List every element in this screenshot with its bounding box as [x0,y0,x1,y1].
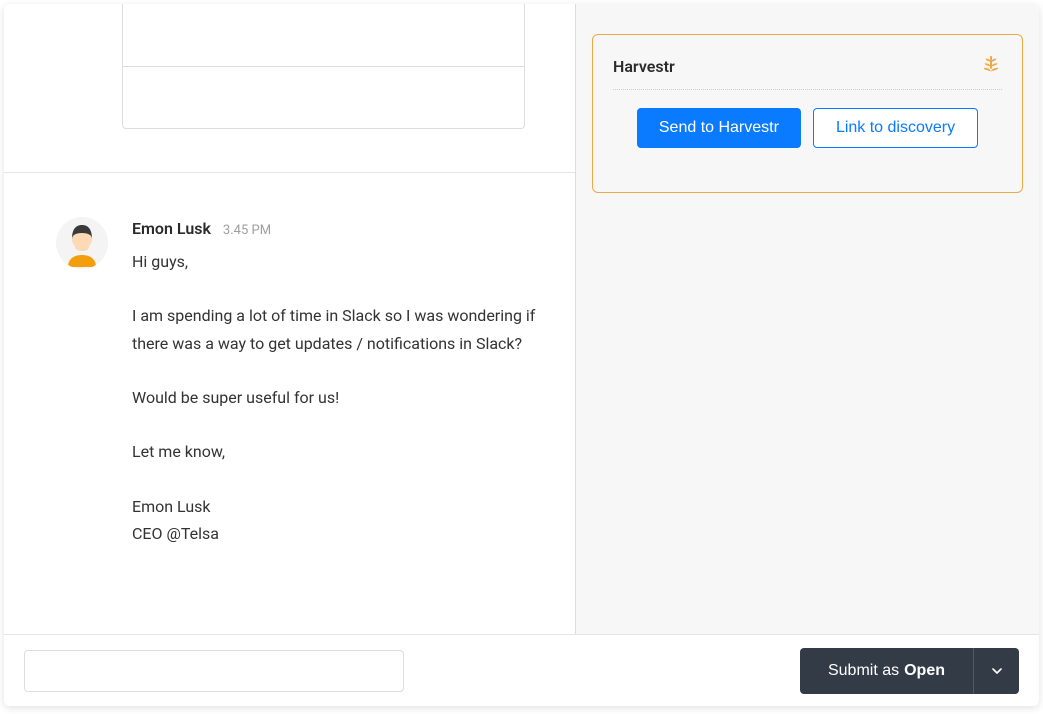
harvestr-actions: Send to Harvestr Link to discovery [613,108,1002,148]
main-content: Emon Lusk 3.45 PM Hi guys, I am spending… [4,4,1039,634]
link-to-discovery-button[interactable]: Link to discovery [813,108,978,148]
harvestr-panel: Harvestr Send to Ha [592,34,1023,193]
message-content: Emon Lusk 3.45 PM Hi guys, I am spending… [132,217,545,547]
sidebar-column: Harvestr Send to Ha [576,4,1039,634]
harvestr-panel-title: Harvestr [613,57,675,76]
submit-dropdown-button[interactable] [973,648,1019,694]
previous-message-card [122,4,525,129]
avatar-icon [56,217,108,269]
submit-prefix: Submit as [828,662,899,680]
message-block: Emon Lusk 3.45 PM Hi guys, I am spending… [56,217,545,547]
section-divider [4,172,575,173]
avatar [56,217,108,269]
message-body: Hi guys, I am spending a lot of time in … [132,248,545,547]
submit-button-group: Submit as Open [800,648,1019,694]
footer-bar: Submit as Open [4,634,1039,706]
message-timestamp: 3.45 PM [223,223,271,238]
send-to-harvestr-button[interactable]: Send to Harvestr [637,108,801,148]
app-window: Emon Lusk 3.45 PM Hi guys, I am spending… [4,4,1039,706]
harvestr-logo-icon [980,55,1002,77]
author-name: Emon Lusk [132,219,211,238]
submit-button[interactable]: Submit as Open [800,648,973,694]
harvestr-panel-header: Harvestr [613,55,1002,90]
message-header: Emon Lusk 3.45 PM [132,219,545,238]
chevron-down-icon [991,665,1003,677]
submit-status: Open [904,662,945,680]
reply-input[interactable] [24,650,404,692]
card-divider [123,66,524,67]
conversation-column: Emon Lusk 3.45 PM Hi guys, I am spending… [4,4,576,634]
